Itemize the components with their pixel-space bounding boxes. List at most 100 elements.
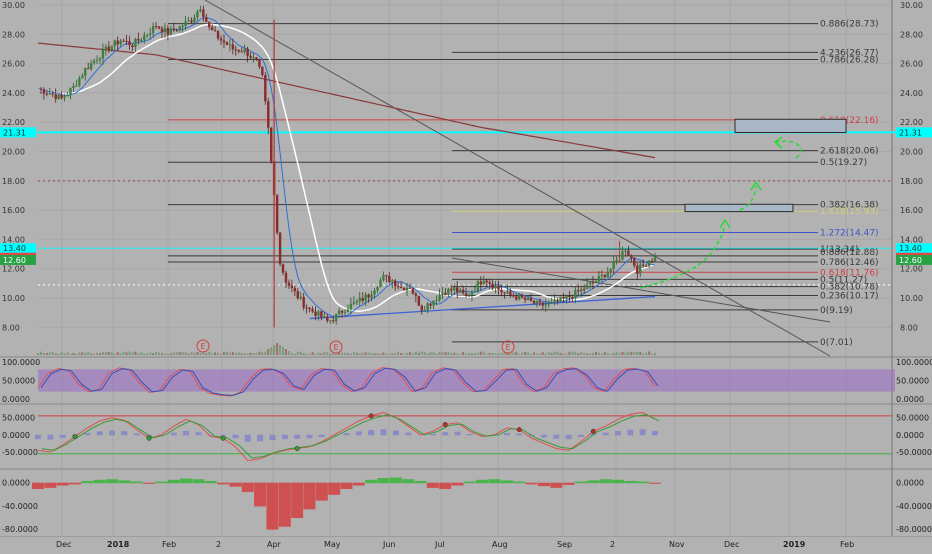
- histogram-bar: [476, 479, 489, 484]
- volume-bar: [388, 353, 391, 355]
- candle-body: [352, 302, 356, 304]
- histogram-axis-tick-left: -80.0000: [2, 525, 38, 534]
- candle-body: [464, 293, 468, 296]
- trading-chart: 0.886(28.73)4.236(26.77)0.786(26.28)0.61…: [0, 0, 932, 550]
- volume-bar: [287, 351, 290, 355]
- volume-bar: [234, 352, 237, 355]
- volume-bar: [532, 352, 535, 355]
- histogram-bar: [130, 481, 143, 484]
- volume-bar: [211, 353, 214, 355]
- volume-bar: [397, 351, 400, 355]
- candle-body: [311, 309, 314, 312]
- candle-body: [323, 316, 326, 318]
- histogram-bar: [32, 482, 44, 489]
- candle-body: [181, 25, 184, 27]
- volume-bar: [470, 353, 473, 355]
- candle-body: [447, 288, 450, 296]
- volume-bar: [149, 352, 152, 355]
- macd-histogram-bar: [503, 433, 510, 436]
- volume-bar: [137, 353, 140, 355]
- price-axis-tick-left: 28.00: [2, 30, 25, 39]
- histogram-bar: [377, 478, 390, 484]
- macd-histogram-bar: [343, 433, 350, 436]
- candle-body: [579, 288, 583, 292]
- volume-bar: [553, 351, 556, 355]
- candle-body: [60, 94, 63, 99]
- candle-body: [57, 94, 60, 99]
- candle-body: [577, 290, 580, 292]
- candle-body: [538, 300, 542, 303]
- candle-body: [199, 9, 202, 12]
- time-axis-tick: Dec: [724, 540, 739, 549]
- macd-histogram-bar: [84, 433, 91, 436]
- volume-bar: [252, 352, 255, 355]
- candle-body: [423, 310, 426, 312]
- candle-body: [408, 287, 412, 289]
- price-axis-tick-left: 10.00: [2, 294, 25, 303]
- volume-bar: [429, 352, 432, 355]
- volume-bar: [317, 352, 320, 355]
- volume-bar: [193, 352, 196, 355]
- candle-body: [163, 27, 167, 33]
- candle-body: [615, 259, 618, 262]
- candle-body: [432, 300, 435, 306]
- volume-bar: [541, 352, 544, 355]
- macd-histogram-bar: [318, 434, 325, 437]
- candle-body: [228, 44, 232, 46]
- candle-body: [264, 75, 267, 102]
- candle-body: [113, 40, 116, 47]
- volume-bar: [220, 353, 223, 355]
- price-axis-tick: 14.00: [900, 235, 923, 244]
- volume-bar: [267, 349, 270, 355]
- candle-body: [284, 272, 288, 283]
- candle-body: [482, 280, 485, 285]
- candle-body: [541, 302, 545, 306]
- candle-body: [42, 89, 46, 94]
- candle-body: [361, 297, 364, 301]
- macd-histogram-bar: [133, 433, 140, 436]
- time-axis-tick: 2: [610, 540, 615, 549]
- stochastic-axis-tick: 100.0000: [896, 358, 932, 367]
- candle-body: [476, 281, 480, 291]
- volume-bar: [240, 353, 243, 355]
- volume-bar: [329, 353, 332, 355]
- histogram-bar: [500, 480, 513, 484]
- volume-bar: [482, 351, 485, 355]
- volume-bar: [335, 353, 338, 355]
- volume-bar: [639, 352, 642, 355]
- volume-bar: [72, 352, 75, 355]
- volume-bar: [249, 352, 252, 355]
- candle-body: [51, 93, 54, 95]
- time-axis-tick: 2: [216, 540, 221, 549]
- volume-bar: [355, 352, 358, 355]
- candle-body: [396, 286, 400, 288]
- histogram-bar: [574, 481, 587, 484]
- volume-bar: [497, 353, 500, 355]
- volume-bar: [60, 351, 63, 355]
- volume-bar: [279, 345, 282, 355]
- candle-body: [137, 38, 140, 41]
- candle-body: [544, 304, 547, 306]
- volume-bar: [394, 353, 397, 355]
- candle-body: [222, 40, 226, 43]
- candle-body: [151, 26, 155, 34]
- volume-bar: [385, 353, 388, 355]
- candle-body: [261, 66, 264, 76]
- chart-background: [0, 0, 932, 550]
- volume-bar: [414, 351, 417, 355]
- candle-body: [367, 294, 370, 298]
- volume-bar: [565, 353, 568, 355]
- candle-body: [48, 93, 52, 95]
- volume-bar: [527, 352, 530, 355]
- macd-cross-dot: [590, 428, 596, 434]
- volume-bar: [352, 352, 355, 355]
- candle-body: [382, 275, 385, 281]
- macd-histogram-bar: [109, 430, 116, 436]
- histogram-bar: [143, 482, 156, 484]
- macd-histogram-bar: [269, 434, 276, 441]
- candle-body: [411, 288, 415, 294]
- candle-body: [627, 250, 630, 256]
- volume-bar: [589, 353, 592, 355]
- price-axis-tick: 28.00: [900, 30, 923, 39]
- macd-axis-tick-left: 0.0000: [2, 431, 30, 440]
